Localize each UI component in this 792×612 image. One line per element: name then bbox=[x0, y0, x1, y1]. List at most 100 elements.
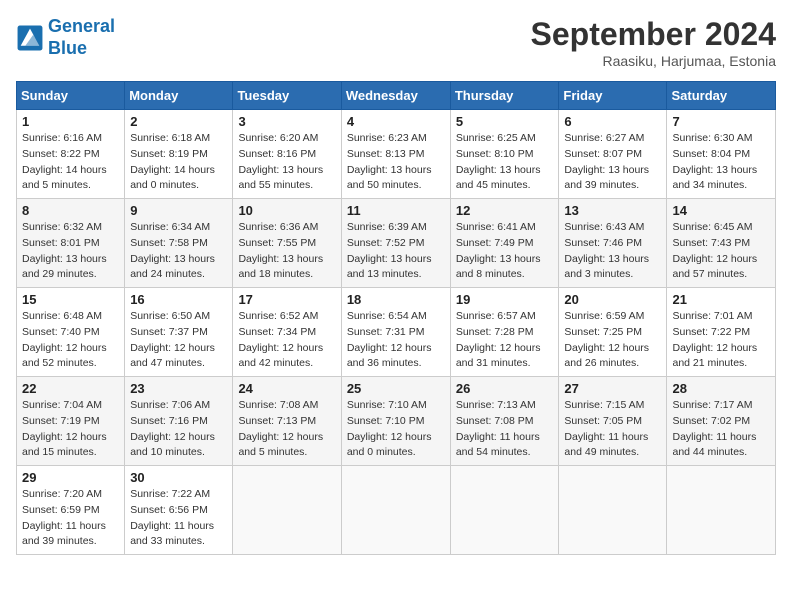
day-number: 1 bbox=[22, 114, 119, 129]
calendar-day-cell: 30 Sunrise: 7:22 AMSunset: 6:56 PMDaylig… bbox=[125, 466, 233, 555]
weekday-header: Saturday bbox=[667, 82, 776, 110]
day-number: 2 bbox=[130, 114, 227, 129]
weekday-header: Monday bbox=[125, 82, 233, 110]
calendar-day-cell: 26 Sunrise: 7:13 AMSunset: 7:08 PMDaylig… bbox=[450, 377, 559, 466]
calendar-day-cell bbox=[341, 466, 450, 555]
calendar-day-cell bbox=[233, 466, 341, 555]
calendar-week-row: 29 Sunrise: 7:20 AMSunset: 6:59 PMDaylig… bbox=[17, 466, 776, 555]
calendar-day-cell: 8 Sunrise: 6:32 AMSunset: 8:01 PMDayligh… bbox=[17, 199, 125, 288]
day-detail: Sunrise: 6:32 AMSunset: 8:01 PMDaylight:… bbox=[22, 220, 119, 283]
day-detail: Sunrise: 6:20 AMSunset: 8:16 PMDaylight:… bbox=[238, 131, 335, 194]
calendar-day-cell bbox=[559, 466, 667, 555]
day-number: 4 bbox=[347, 114, 445, 129]
day-detail: Sunrise: 6:48 AMSunset: 7:40 PMDaylight:… bbox=[22, 309, 119, 372]
day-detail: Sunrise: 6:27 AMSunset: 8:07 PMDaylight:… bbox=[564, 131, 661, 194]
weekday-header: Friday bbox=[559, 82, 667, 110]
calendar-day-cell: 6 Sunrise: 6:27 AMSunset: 8:07 PMDayligh… bbox=[559, 110, 667, 199]
day-detail: Sunrise: 7:01 AMSunset: 7:22 PMDaylight:… bbox=[672, 309, 770, 372]
day-number: 25 bbox=[347, 381, 445, 396]
calendar-day-cell: 4 Sunrise: 6:23 AMSunset: 8:13 PMDayligh… bbox=[341, 110, 450, 199]
weekday-header: Sunday bbox=[17, 82, 125, 110]
day-number: 16 bbox=[130, 292, 227, 307]
day-number: 12 bbox=[456, 203, 554, 218]
calendar-day-cell: 14 Sunrise: 6:45 AMSunset: 7:43 PMDaylig… bbox=[667, 199, 776, 288]
day-detail: Sunrise: 6:16 AMSunset: 8:22 PMDaylight:… bbox=[22, 131, 119, 194]
logo: General Blue bbox=[16, 16, 115, 59]
page-header: General Blue September 2024 Raasiku, Har… bbox=[16, 16, 776, 69]
calendar-day-cell: 20 Sunrise: 6:59 AMSunset: 7:25 PMDaylig… bbox=[559, 288, 667, 377]
calendar-day-cell: 24 Sunrise: 7:08 AMSunset: 7:13 PMDaylig… bbox=[233, 377, 341, 466]
day-number: 21 bbox=[672, 292, 770, 307]
calendar-week-row: 8 Sunrise: 6:32 AMSunset: 8:01 PMDayligh… bbox=[17, 199, 776, 288]
day-number: 29 bbox=[22, 470, 119, 485]
day-detail: Sunrise: 6:18 AMSunset: 8:19 PMDaylight:… bbox=[130, 131, 227, 194]
day-detail: Sunrise: 6:34 AMSunset: 7:58 PMDaylight:… bbox=[130, 220, 227, 283]
calendar-day-cell: 5 Sunrise: 6:25 AMSunset: 8:10 PMDayligh… bbox=[450, 110, 559, 199]
day-number: 5 bbox=[456, 114, 554, 129]
day-detail: Sunrise: 7:22 AMSunset: 6:56 PMDaylight:… bbox=[130, 487, 227, 550]
day-number: 7 bbox=[672, 114, 770, 129]
day-number: 28 bbox=[672, 381, 770, 396]
day-number: 8 bbox=[22, 203, 119, 218]
day-detail: Sunrise: 7:04 AMSunset: 7:19 PMDaylight:… bbox=[22, 398, 119, 461]
calendar-day-cell: 25 Sunrise: 7:10 AMSunset: 7:10 PMDaylig… bbox=[341, 377, 450, 466]
calendar-day-cell: 13 Sunrise: 6:43 AMSunset: 7:46 PMDaylig… bbox=[559, 199, 667, 288]
day-detail: Sunrise: 6:30 AMSunset: 8:04 PMDaylight:… bbox=[672, 131, 770, 194]
calendar-day-cell: 21 Sunrise: 7:01 AMSunset: 7:22 PMDaylig… bbox=[667, 288, 776, 377]
day-number: 27 bbox=[564, 381, 661, 396]
day-number: 20 bbox=[564, 292, 661, 307]
day-number: 30 bbox=[130, 470, 227, 485]
calendar-day-cell: 19 Sunrise: 6:57 AMSunset: 7:28 PMDaylig… bbox=[450, 288, 559, 377]
calendar-day-cell: 15 Sunrise: 6:48 AMSunset: 7:40 PMDaylig… bbox=[17, 288, 125, 377]
day-detail: Sunrise: 6:45 AMSunset: 7:43 PMDaylight:… bbox=[672, 220, 770, 283]
calendar-day-cell: 16 Sunrise: 6:50 AMSunset: 7:37 PMDaylig… bbox=[125, 288, 233, 377]
title-block: September 2024 Raasiku, Harjumaa, Estoni… bbox=[531, 16, 776, 69]
calendar-week-row: 1 Sunrise: 6:16 AMSunset: 8:22 PMDayligh… bbox=[17, 110, 776, 199]
day-number: 17 bbox=[238, 292, 335, 307]
calendar-day-cell: 27 Sunrise: 7:15 AMSunset: 7:05 PMDaylig… bbox=[559, 377, 667, 466]
weekday-header: Wednesday bbox=[341, 82, 450, 110]
calendar-day-cell: 9 Sunrise: 6:34 AMSunset: 7:58 PMDayligh… bbox=[125, 199, 233, 288]
day-detail: Sunrise: 7:17 AMSunset: 7:02 PMDaylight:… bbox=[672, 398, 770, 461]
day-number: 19 bbox=[456, 292, 554, 307]
day-detail: Sunrise: 6:57 AMSunset: 7:28 PMDaylight:… bbox=[456, 309, 554, 372]
calendar-day-cell: 29 Sunrise: 7:20 AMSunset: 6:59 PMDaylig… bbox=[17, 466, 125, 555]
weekday-header: Tuesday bbox=[233, 82, 341, 110]
calendar-day-cell bbox=[450, 466, 559, 555]
day-number: 11 bbox=[347, 203, 445, 218]
calendar-day-cell: 3 Sunrise: 6:20 AMSunset: 8:16 PMDayligh… bbox=[233, 110, 341, 199]
day-detail: Sunrise: 6:52 AMSunset: 7:34 PMDaylight:… bbox=[238, 309, 335, 372]
calendar-day-cell: 11 Sunrise: 6:39 AMSunset: 7:52 PMDaylig… bbox=[341, 199, 450, 288]
day-detail: Sunrise: 6:41 AMSunset: 7:49 PMDaylight:… bbox=[456, 220, 554, 283]
day-detail: Sunrise: 7:10 AMSunset: 7:10 PMDaylight:… bbox=[347, 398, 445, 461]
day-number: 26 bbox=[456, 381, 554, 396]
calendar-week-row: 22 Sunrise: 7:04 AMSunset: 7:19 PMDaylig… bbox=[17, 377, 776, 466]
day-detail: Sunrise: 6:39 AMSunset: 7:52 PMDaylight:… bbox=[347, 220, 445, 283]
day-detail: Sunrise: 6:50 AMSunset: 7:37 PMDaylight:… bbox=[130, 309, 227, 372]
location: Raasiku, Harjumaa, Estonia bbox=[531, 53, 776, 69]
day-detail: Sunrise: 6:54 AMSunset: 7:31 PMDaylight:… bbox=[347, 309, 445, 372]
day-detail: Sunrise: 6:43 AMSunset: 7:46 PMDaylight:… bbox=[564, 220, 661, 283]
calendar-day-cell: 23 Sunrise: 7:06 AMSunset: 7:16 PMDaylig… bbox=[125, 377, 233, 466]
calendar-day-cell: 22 Sunrise: 7:04 AMSunset: 7:19 PMDaylig… bbox=[17, 377, 125, 466]
day-number: 6 bbox=[564, 114, 661, 129]
day-number: 9 bbox=[130, 203, 227, 218]
day-detail: Sunrise: 7:08 AMSunset: 7:13 PMDaylight:… bbox=[238, 398, 335, 461]
day-detail: Sunrise: 7:20 AMSunset: 6:59 PMDaylight:… bbox=[22, 487, 119, 550]
day-detail: Sunrise: 6:59 AMSunset: 7:25 PMDaylight:… bbox=[564, 309, 661, 372]
day-detail: Sunrise: 7:15 AMSunset: 7:05 PMDaylight:… bbox=[564, 398, 661, 461]
day-detail: Sunrise: 7:13 AMSunset: 7:08 PMDaylight:… bbox=[456, 398, 554, 461]
day-number: 3 bbox=[238, 114, 335, 129]
day-number: 13 bbox=[564, 203, 661, 218]
weekday-header-row: SundayMondayTuesdayWednesdayThursdayFrid… bbox=[17, 82, 776, 110]
calendar-day-cell: 2 Sunrise: 6:18 AMSunset: 8:19 PMDayligh… bbox=[125, 110, 233, 199]
day-detail: Sunrise: 6:23 AMSunset: 8:13 PMDaylight:… bbox=[347, 131, 445, 194]
day-detail: Sunrise: 6:25 AMSunset: 8:10 PMDaylight:… bbox=[456, 131, 554, 194]
logo-icon bbox=[16, 24, 44, 52]
month-title: September 2024 bbox=[531, 16, 776, 53]
day-number: 14 bbox=[672, 203, 770, 218]
calendar-week-row: 15 Sunrise: 6:48 AMSunset: 7:40 PMDaylig… bbox=[17, 288, 776, 377]
day-detail: Sunrise: 7:06 AMSunset: 7:16 PMDaylight:… bbox=[130, 398, 227, 461]
day-number: 10 bbox=[238, 203, 335, 218]
calendar-day-cell: 12 Sunrise: 6:41 AMSunset: 7:49 PMDaylig… bbox=[450, 199, 559, 288]
